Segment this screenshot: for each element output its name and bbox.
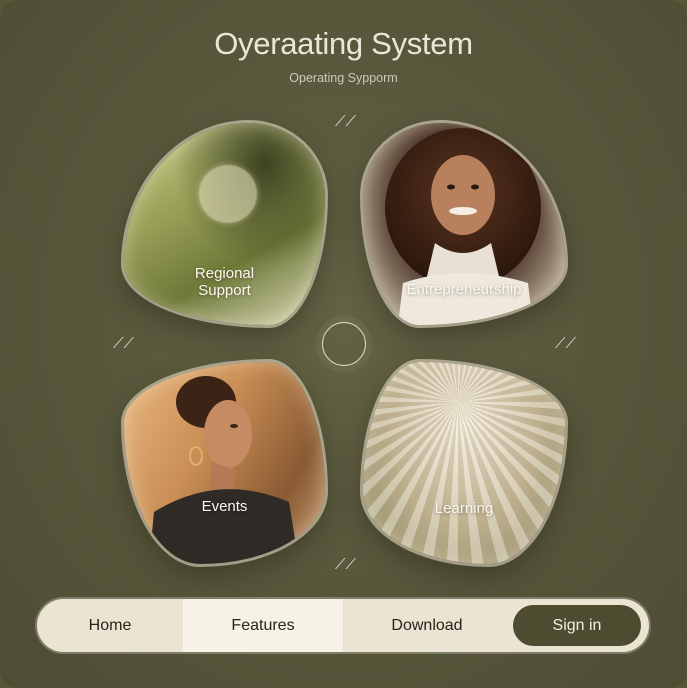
app-frame: Oyeraating System Operating Sypporm ⟋⟋ ⟋… xyxy=(0,0,687,688)
page-title: Oyeraating System xyxy=(214,26,473,61)
woman-profile-image xyxy=(149,376,299,564)
card-entrepreneurship[interactable]: Entrepreneurship xyxy=(363,123,565,325)
page-subtitle: Operating Sypporm xyxy=(289,71,398,85)
center-ring-icon xyxy=(322,322,366,366)
card-learning[interactable]: Learning xyxy=(363,362,565,564)
card-label: Learning xyxy=(434,500,494,517)
right-sparkle-icon: ⟋⟋ xyxy=(555,335,577,352)
top-sparkle-icon: ⟋⟋ xyxy=(335,113,357,130)
card-label: Regional Support xyxy=(194,265,255,299)
card-regional-support[interactable]: Regional Support xyxy=(124,123,325,325)
nav-features[interactable]: Features xyxy=(183,599,343,652)
left-sparkle-icon: ⟋⟋ xyxy=(113,335,135,352)
card-label: Entrepreneurship xyxy=(406,281,522,298)
bottom-sparkle-icon: ⟋⟋ xyxy=(335,556,357,573)
bottom-nav: Home Features Download Sign in xyxy=(37,599,649,652)
card-label: Events xyxy=(201,498,248,515)
nav-download[interactable]: Download xyxy=(343,599,511,652)
sign-in-button[interactable]: Sign in xyxy=(513,605,641,646)
nav-home[interactable]: Home xyxy=(37,599,183,652)
card-events[interactable]: Events xyxy=(124,362,325,564)
